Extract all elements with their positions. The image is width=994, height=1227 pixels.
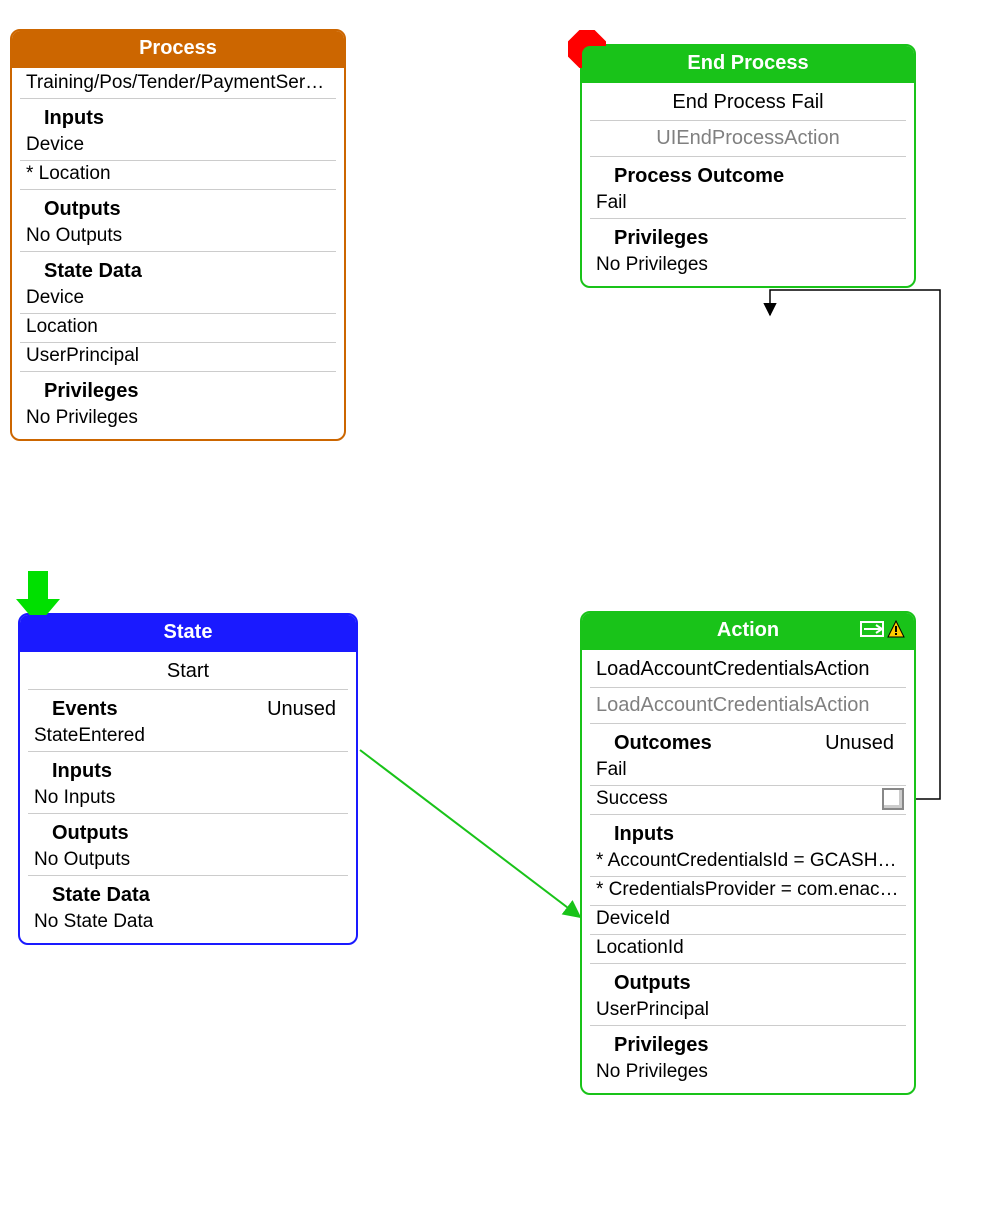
process-statedata-header: State Data (20, 252, 336, 285)
action-priv-none: No Privileges (590, 1059, 906, 1087)
state-events-header: Events Unused (28, 690, 348, 723)
process-state-device: Device (20, 285, 336, 314)
process-state-userprincipal: UserPrincipal (20, 343, 336, 372)
process-privileges-header: Privileges (20, 372, 336, 405)
end-process-priv-none: No Privileges (590, 252, 906, 280)
action-output-userprincipal: UserPrincipal (590, 997, 906, 1026)
action-input-accountcredentialsid: * AccountCredentialsId = GCASH… (590, 848, 906, 877)
end-process-node[interactable]: End Process End Process Fail UIEndProces… (580, 44, 916, 288)
state-statedata-none: No State Data (28, 909, 348, 937)
process-node[interactable]: Process Training/Pos/Tender/PaymentServ…… (10, 29, 346, 441)
state-events-unused: Unused (267, 698, 342, 721)
process-privileges-none: No Privileges (20, 405, 336, 433)
action-node[interactable]: Action LoadAccountCredentialsAction Load… (580, 611, 916, 1095)
action-outcomes-unused: Unused (825, 732, 900, 755)
action-input-credentialsprovider: * CredentialsProvider = com.enac… (590, 877, 906, 906)
checkbox-icon[interactable] (882, 788, 904, 810)
process-outputs-none: No Outputs (20, 223, 336, 252)
state-node[interactable]: State Start Events Unused StateEntered I… (18, 613, 358, 945)
action-name: LoadAccountCredentialsAction (590, 652, 906, 688)
action-class: LoadAccountCredentialsAction (590, 688, 906, 724)
end-process-outcome-header: Process Outcome (590, 157, 906, 190)
state-name: Start (28, 654, 348, 690)
process-input-location: * Location (20, 161, 336, 190)
state-inputs-header: Inputs (28, 752, 348, 785)
state-outputs-none: No Outputs (28, 847, 348, 876)
state-event-stateentered[interactable]: StateEntered (28, 723, 348, 752)
action-priv-header: Privileges (590, 1026, 906, 1059)
diagram-canvas[interactable]: Process Training/Pos/Tender/PaymentServ…… (0, 0, 994, 1227)
action-outcome-fail[interactable]: Fail (590, 757, 906, 786)
state-statedata-header: State Data (28, 876, 348, 909)
state-title: State (20, 615, 356, 652)
warning-icon (886, 619, 906, 639)
process-title: Process (12, 31, 344, 68)
action-input-locationid: LocationId (590, 935, 906, 964)
action-inputs-header: Inputs (590, 815, 906, 848)
end-process-title: End Process (582, 46, 914, 83)
state-inputs-none: No Inputs (28, 785, 348, 814)
link-icon (860, 619, 884, 639)
end-process-priv-header: Privileges (590, 219, 906, 252)
action-outcome-success[interactable]: Success (590, 786, 906, 815)
process-state-location: Location (20, 314, 336, 343)
end-process-outcome: Fail (590, 190, 906, 219)
process-path: Training/Pos/Tender/PaymentServ… (20, 70, 336, 99)
process-input-device: Device (20, 132, 336, 161)
action-input-deviceid: DeviceId (590, 906, 906, 935)
end-process-class: UIEndProcessAction (590, 121, 906, 157)
action-outputs-header: Outputs (590, 964, 906, 997)
action-outcomes-header: Outcomes Unused (590, 724, 906, 757)
process-inputs-header: Inputs (20, 99, 336, 132)
process-outputs-header: Outputs (20, 190, 336, 223)
end-process-name: End Process Fail (590, 85, 906, 121)
state-outputs-header: Outputs (28, 814, 348, 847)
action-title: Action (582, 613, 914, 650)
